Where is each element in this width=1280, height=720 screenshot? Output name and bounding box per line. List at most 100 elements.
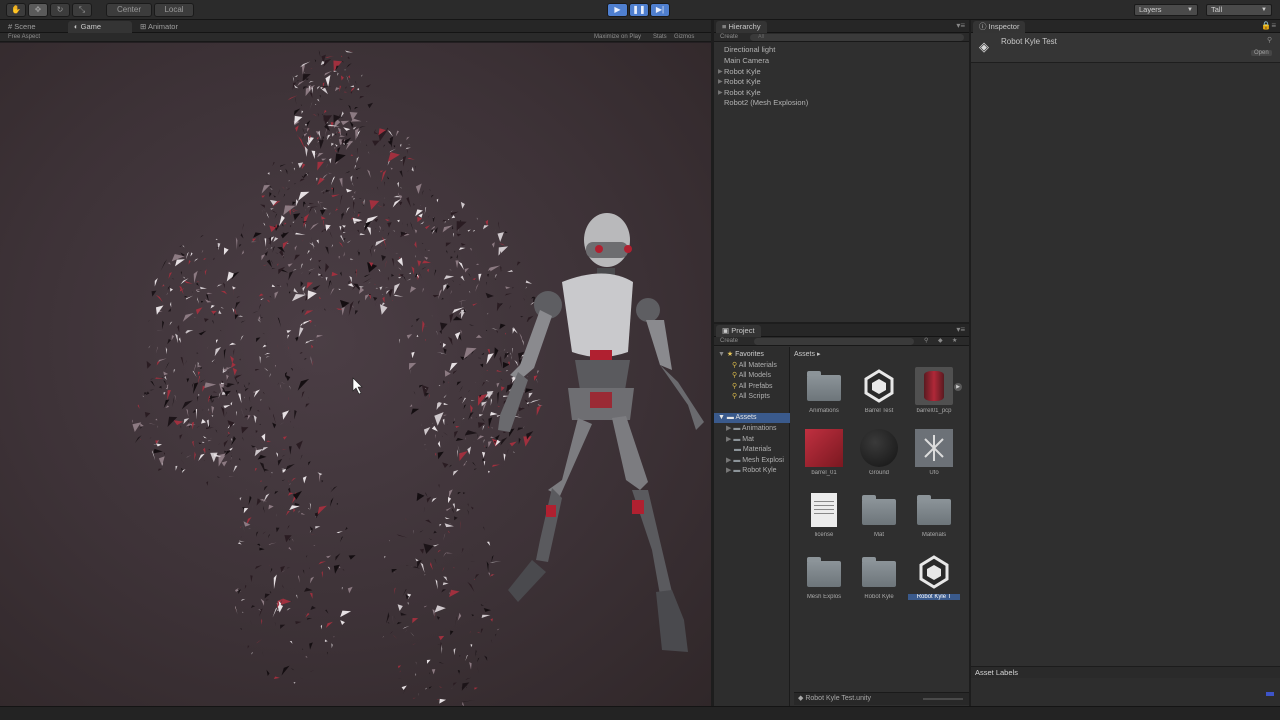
tab-game[interactable]: ◐ Game [68, 21, 132, 33]
asset-tile[interactable]: Mesh Explos [798, 553, 850, 600]
folder-icon: ▬ [733, 457, 741, 464]
icon-size-slider[interactable] [923, 698, 963, 700]
animator-icon: ⊞ [140, 22, 147, 31]
asset-tile[interactable]: Barrel Test [853, 367, 905, 414]
document-icon [805, 491, 843, 529]
aspect-dropdown[interactable]: Free Aspect [8, 34, 40, 40]
project-subbar: Create ⚲ ◆ ★ [714, 337, 969, 346]
chevron-right-icon: ▸ [816, 351, 821, 358]
star-icon[interactable]: ★ [952, 337, 957, 344]
tab-project[interactable]: ▣ Project [716, 325, 761, 337]
layout-dropdown[interactable]: Tall ▼ [1206, 4, 1272, 16]
layers-dropdown[interactable]: Layers ▼ [1134, 4, 1198, 16]
rotate-tool-button[interactable]: ↻ [50, 3, 70, 17]
open-button[interactable]: Open [1251, 50, 1272, 56]
asset-tile[interactable]: barrel_01 [798, 429, 850, 476]
foldout-arrow-icon[interactable]: ▶ [718, 88, 723, 98]
foldout-arrow-icon[interactable]: ▶ [718, 67, 723, 77]
game-viewport[interactable] [0, 43, 711, 706]
folder-icon [860, 553, 898, 591]
play-button[interactable]: ▶ [607, 3, 628, 17]
asset-tile-selected[interactable]: Robot Kyle T [908, 553, 960, 600]
hierarchy-create-button[interactable]: Create [720, 34, 738, 40]
pivot-center-button[interactable]: Center [106, 3, 152, 17]
panel-menu-icon[interactable]: ▾≡ [956, 325, 965, 334]
sphere-material-icon [860, 429, 898, 467]
folder-icon [915, 491, 953, 529]
asset-tile[interactable]: Ufo [908, 429, 960, 476]
hierarchy-item[interactable]: ▶ Robot Kyle [718, 67, 761, 77]
asset-folder-item[interactable]: ▶ ▬ Animations [726, 424, 777, 434]
move-tool-button[interactable]: ✥ [28, 3, 48, 17]
asset-folder-item[interactable]: ▬ Materials [726, 445, 771, 455]
asset-tile[interactable]: Materials [908, 491, 960, 538]
hierarchy-item[interactable]: ▶ Robot Kyle [718, 77, 761, 87]
gizmos-dropdown[interactable]: Gizmos [674, 34, 694, 40]
scene-icon: # [8, 22, 13, 31]
search-icon: ⚲ [1267, 37, 1273, 44]
favorites-item[interactable]: ⚲ All Models [732, 371, 771, 381]
hierarchy-icon: ≡ [722, 22, 727, 31]
play-icon: ▶ [614, 5, 621, 14]
project-search-input[interactable] [754, 338, 914, 345]
asset-bundle-icon[interactable] [1266, 692, 1274, 696]
tab-inspector[interactable]: ⓘ Inspector [973, 21, 1026, 33]
info-icon: ⓘ [979, 22, 987, 31]
panel-menu-icon[interactable]: ▾≡ [956, 21, 965, 30]
move-icon: ✥ [34, 5, 42, 14]
tab-scene[interactable]: # Scene [2, 21, 42, 33]
scale-icon: ⤡ [78, 5, 86, 14]
hierarchy-item[interactable]: Directional light [724, 45, 775, 55]
favorites-header[interactable]: ▼ ★ Favorites [718, 350, 764, 360]
asset-folder-item[interactable]: ▶ ▬ Mesh Explosi [726, 456, 784, 466]
asset-labels-header[interactable]: Asset Labels [971, 666, 1280, 678]
folder-icon: ▬ [733, 467, 741, 474]
scale-tool-button[interactable]: ⤡ [72, 3, 92, 17]
lock-icon[interactable]: 🔒≡ [1261, 21, 1276, 30]
asset-tile[interactable]: license [798, 491, 850, 538]
assets-root-item[interactable]: ▼ ▬ Assets [714, 413, 790, 423]
pause-button[interactable]: ❚❚ [629, 3, 649, 17]
asset-tile[interactable]: barrel01_pcp [908, 367, 960, 414]
asset-grid: Assets ▸ Animations Barrel Test barrel01… [794, 347, 969, 706]
inspector-object-name: Robot Kyle Test [1001, 37, 1057, 46]
chevron-down-icon: ▼ [1187, 7, 1193, 13]
maximize-on-play-toggle[interactable]: Maximize on Play [594, 34, 641, 40]
favorites-item[interactable]: ⚲ All Prefabs [732, 382, 773, 392]
foldout-arrow-icon[interactable]: ▶ [718, 77, 723, 87]
expand-arrow-icon[interactable]: ▶ [954, 383, 962, 391]
inspector-header: ◈ Robot Kyle Test Open ⚲ [971, 33, 1280, 63]
tab-animator[interactable]: ⊞ Animator [134, 21, 184, 33]
step-button[interactable]: ▶| [650, 3, 670, 17]
stats-toggle[interactable]: Stats [653, 34, 667, 40]
favorites-item[interactable]: ⚲ All Scripts [732, 392, 770, 402]
filter-label-icon[interactable]: ◆ [938, 337, 943, 344]
project-create-button[interactable]: Create [720, 338, 738, 344]
asset-folder-item[interactable]: ▶ ▬ Mat [726, 435, 754, 445]
filter-type-icon[interactable]: ⚲ [924, 337, 928, 344]
asset-tile[interactable]: Animations [798, 367, 850, 414]
unity-scene-icon [860, 367, 898, 405]
asset-tile[interactable]: Mat [853, 491, 905, 538]
breadcrumb[interactable]: Assets ▸ [794, 350, 820, 358]
project-folder-tree: ▼ ★ Favorites ⚲ All Materials ⚲ All Mode… [714, 347, 790, 706]
asset-tile[interactable]: Robot Kyle [853, 553, 905, 600]
search-icon: ⚲ [732, 383, 738, 390]
project-panel: ▣ Project ▾≡ Create ⚲ ◆ ★ ▼ ★ Favorites … [714, 324, 969, 706]
hierarchy-search-input[interactable]: All [750, 34, 964, 41]
mouse-cursor-icon [352, 377, 363, 395]
unity-scene-icon: ◈ [979, 39, 989, 54]
inspector-tab-bar: ⓘ Inspector 🔒≡ [971, 20, 1280, 33]
hierarchy-item[interactable]: ▶ Robot Kyle [718, 88, 761, 98]
asset-tile[interactable]: Ground [853, 429, 905, 476]
folder-icon: ▬ [733, 436, 741, 443]
asset-labels-area [971, 678, 1280, 706]
folder-icon: ▬ [733, 446, 741, 453]
hierarchy-item[interactable]: Main Camera [724, 56, 769, 66]
tab-hierarchy[interactable]: ≡ Hierarchy [716, 21, 767, 33]
hierarchy-item[interactable]: Robot2 (Mesh Explosion) [724, 98, 808, 108]
pivot-space-button[interactable]: Local [154, 3, 194, 17]
hand-tool-button[interactable]: ✋ [6, 3, 26, 17]
favorites-item[interactable]: ⚲ All Materials [732, 361, 777, 371]
asset-folder-item[interactable]: ▶ ▬ Robot Kyle [726, 466, 777, 476]
